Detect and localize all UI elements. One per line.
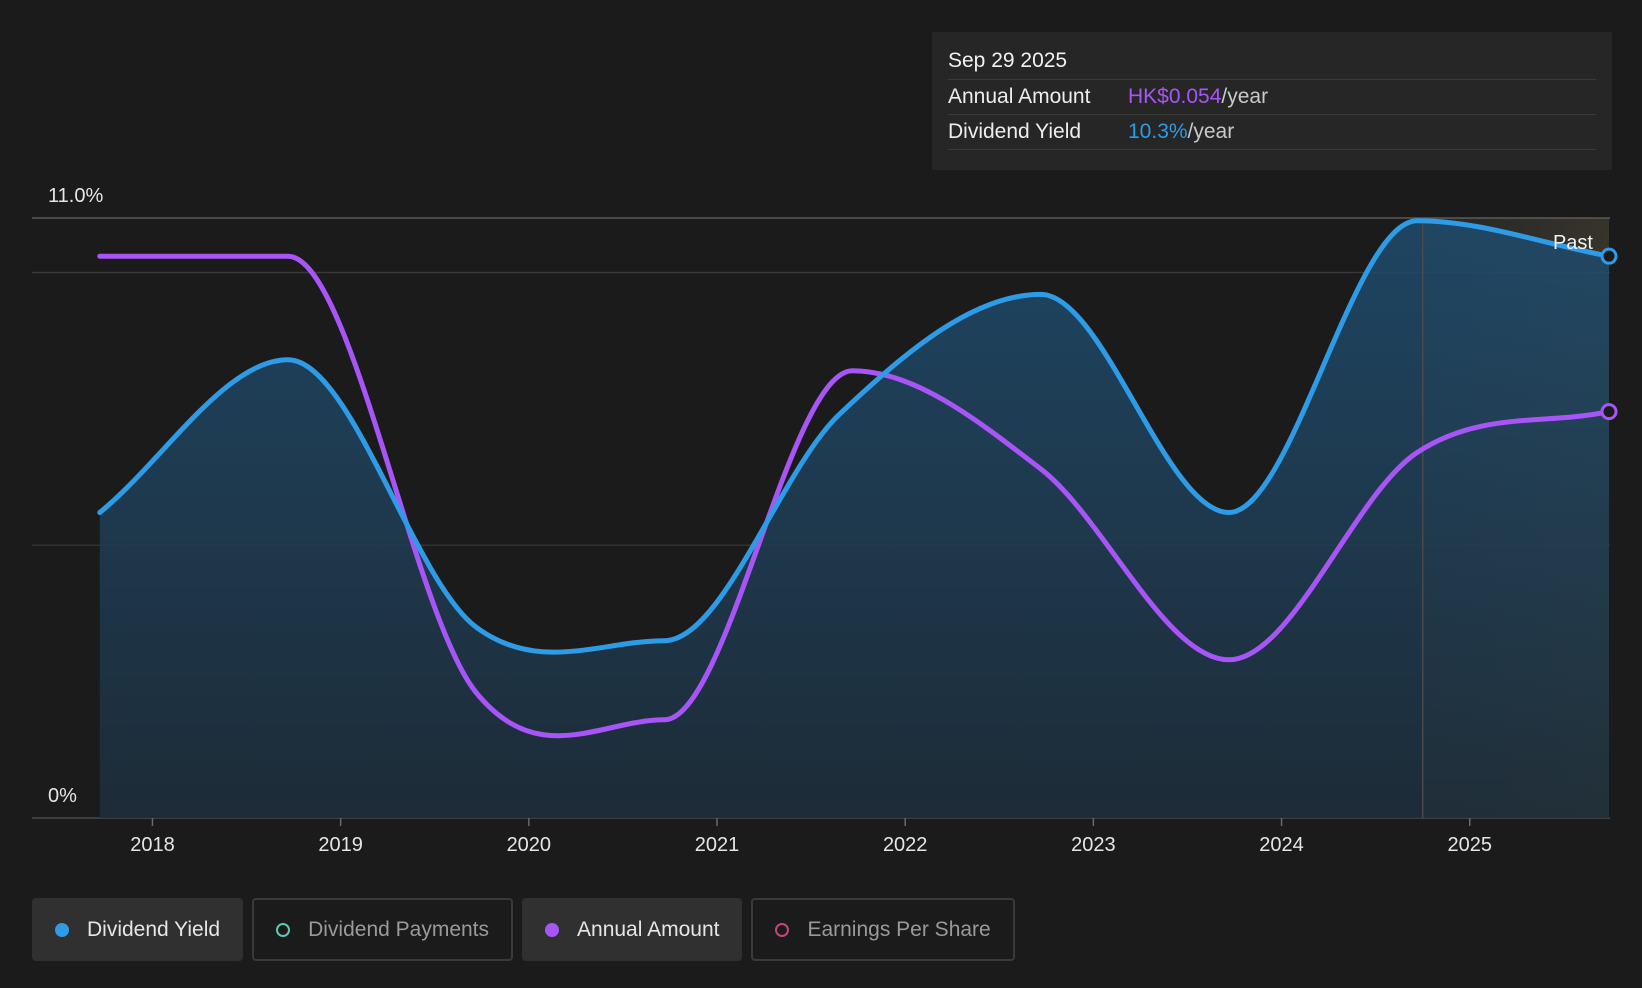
legend-annual-amount-button[interactable]: Annual Amount: [522, 898, 743, 961]
legend-dividend-yield-button[interactable]: Dividend Yield: [32, 898, 244, 961]
legend-label: Dividend Yield: [87, 917, 221, 941]
filled-dot-icon: [55, 922, 69, 937]
x-tick-label: 2018: [130, 834, 175, 856]
past-label: Past: [1553, 232, 1593, 254]
legend-label: Earnings Per Share: [807, 917, 991, 941]
x-axis: 2018 2019 2020 2021 2022 2023 2024 2025: [130, 818, 1492, 856]
x-tick-label: 2020: [507, 834, 552, 856]
x-tick-label: 2025: [1447, 834, 1492, 856]
ring-dot-icon: [276, 922, 291, 937]
legend-earnings-per-share-button[interactable]: Earnings Per Share: [751, 898, 1015, 961]
x-tick-label: 2022: [883, 834, 928, 856]
x-tick-label: 2024: [1259, 834, 1304, 856]
tooltip-row-dividend-yield: Dividend Yield 10.3%/year: [948, 115, 1596, 150]
x-tick-label: 2021: [695, 834, 740, 856]
tooltip-value: 10.3%/year: [1128, 120, 1235, 143]
annual-amount-end-point[interactable]: [1600, 403, 1618, 421]
tooltip-date: Sep 29 2025: [948, 46, 1596, 80]
dividend-yield-end-point[interactable]: [1600, 247, 1618, 265]
legend-label: Annual Amount: [577, 917, 720, 941]
legend: Dividend Yield Dividend Payments Annual …: [32, 898, 1024, 961]
dividend-yield-area: [99, 220, 1609, 818]
legend-label: Dividend Payments: [308, 917, 490, 941]
y-tick-label-max: 11.0%: [48, 185, 103, 207]
tooltip-panel: Sep 29 2025 Annual Amount HK$0.054/year …: [932, 32, 1612, 170]
tooltip-row-annual-amount: Annual Amount HK$0.054/year: [948, 80, 1596, 115]
x-tick-label: 2023: [1071, 834, 1116, 856]
filled-dot-icon: [545, 922, 560, 937]
y-tick-label-min: 0%: [48, 785, 77, 807]
tooltip-label: Dividend Yield: [948, 120, 1082, 143]
x-tick-label: 2019: [318, 834, 363, 856]
tooltip-label: Annual Amount: [948, 85, 1091, 108]
ring-dot-icon: [775, 922, 790, 937]
tooltip-value: HK$0.054/year: [1128, 85, 1269, 108]
legend-dividend-payments-button[interactable]: Dividend Payments: [252, 898, 514, 961]
